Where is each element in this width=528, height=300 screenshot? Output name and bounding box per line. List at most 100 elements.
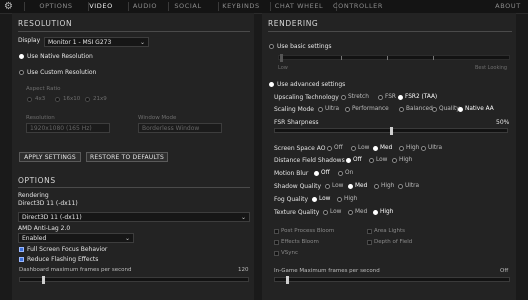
- use-basic-radio[interactable]: [269, 44, 274, 49]
- scaling-option-radio[interactable]: [345, 107, 350, 112]
- ssao-option-radio[interactable]: [421, 146, 426, 151]
- dashboard-fps-label: Dashboard maximum frames per second: [19, 267, 132, 273]
- upscaling-option-radio[interactable]: [341, 95, 346, 100]
- apply-settings-button[interactable]: APPLY SETTINGS: [19, 152, 81, 162]
- aspect-4x3-radio[interactable]: [27, 97, 32, 102]
- scaling-option-radio[interactable]: [432, 107, 437, 112]
- dfs-option-radio[interactable]: [392, 158, 397, 163]
- rendering-value: Direct3D 11 (-dx11): [18, 200, 78, 207]
- tab-social[interactable]: SOCIAL: [170, 0, 206, 13]
- vsync-label: VSync: [281, 250, 299, 256]
- motion-blur-option-radio[interactable]: [314, 171, 319, 176]
- dfs-option-radio[interactable]: [346, 158, 351, 163]
- fog-option-radio[interactable]: [337, 197, 342, 202]
- aspect-16x10-radio[interactable]: [55, 97, 60, 102]
- motion-blur-option-label: Off: [321, 170, 330, 176]
- depth-of-field-checkbox[interactable]: [367, 240, 372, 245]
- scaling-option-label: Ultra: [325, 106, 340, 112]
- fsr-sharpness-slider-thumb[interactable]: [389, 127, 393, 135]
- shadow-option-radio[interactable]: [398, 184, 403, 189]
- basic-quality-slider-thumb[interactable]: [280, 54, 283, 62]
- gear-icon[interactable]: ⚙: [3, 1, 14, 12]
- use-advanced-label: Use advanced settings: [277, 81, 346, 88]
- effects-bloom-checkbox[interactable]: [274, 240, 279, 245]
- tab-separator: [168, 2, 169, 11]
- basic-high-label: Best Looking: [475, 65, 508, 71]
- post-process-bloom-checkbox[interactable]: [274, 229, 279, 234]
- ssao-option-label: High: [406, 145, 420, 151]
- vsync-checkbox[interactable]: [274, 251, 279, 256]
- use-advanced-radio[interactable]: [269, 82, 274, 87]
- upscaling-option-radio[interactable]: [398, 95, 403, 100]
- restore-defaults-button[interactable]: RESTORE TO DEFAULTS: [86, 152, 168, 162]
- amd-label: AMD Anti-Lag 2.0: [18, 225, 71, 232]
- chevron-down-icon: ⌄: [124, 235, 130, 242]
- window-mode-select[interactable]: Borderless Window: [138, 123, 222, 133]
- basic-quality-slider[interactable]: [278, 55, 510, 60]
- ssao-option-label: Low: [358, 145, 370, 151]
- reduce-flashing-checkbox[interactable]: [19, 257, 24, 262]
- tab-keybinds[interactable]: KEYBINDS: [218, 0, 264, 13]
- upscaling-option-label: Stretch: [348, 94, 369, 100]
- dashboard-fps-slider-thumb[interactable]: [41, 276, 45, 284]
- dashboard-fps-slider[interactable]: [19, 277, 249, 282]
- use-native-radio[interactable]: [19, 54, 24, 59]
- use-custom-radio[interactable]: [19, 70, 24, 75]
- scaling-option-label: Performance: [352, 106, 389, 112]
- shadow-option-label: High: [381, 183, 395, 189]
- ingame-fps-slider-thumb[interactable]: [285, 276, 289, 284]
- ssao-option-radio[interactable]: [327, 146, 332, 151]
- texture-option-radio[interactable]: [348, 210, 353, 215]
- texture-option-radio[interactable]: [323, 210, 328, 215]
- ssao-option-label: Ultra: [428, 145, 443, 151]
- dfs-option-label: High: [399, 157, 413, 163]
- tab-chat-wheel[interactable]: CHAT WHEEL: [270, 0, 328, 13]
- resolution-label: Resolution: [26, 115, 55, 121]
- shadow-option-radio[interactable]: [325, 184, 330, 189]
- slider-tick: [433, 56, 434, 60]
- window-mode-label: Window Mode: [138, 115, 177, 121]
- dfs-option-radio[interactable]: [369, 158, 374, 163]
- rendering-select[interactable]: Direct3D 11 (-dx11) ⌄: [18, 212, 250, 222]
- tab-controller[interactable]: CONTROLLER: [328, 0, 388, 13]
- tab-video[interactable]: VIDEO: [86, 0, 116, 13]
- ssao-option-radio[interactable]: [373, 146, 378, 151]
- use-basic-label: Use basic settings: [277, 43, 332, 50]
- ssao-option-radio[interactable]: [399, 146, 404, 151]
- upscaling-option-radio[interactable]: [378, 95, 383, 100]
- scaling-option-radio[interactable]: [318, 107, 323, 112]
- aspect-21x9-label: 21x9: [93, 96, 107, 102]
- texture-option-label: Med: [355, 209, 368, 215]
- ssao-option-label: Med: [380, 145, 393, 151]
- options-title: OPTIONS: [18, 176, 56, 185]
- motion-blur-label: Motion Blur: [274, 170, 309, 177]
- full-screen-focus-checkbox[interactable]: [19, 247, 24, 252]
- fog-option-radio[interactable]: [312, 197, 317, 202]
- ssao-option-radio[interactable]: [351, 146, 356, 151]
- rendering-title: RENDERING: [268, 19, 319, 28]
- shadow-option-radio[interactable]: [374, 184, 379, 189]
- texture-option-radio[interactable]: [373, 210, 378, 215]
- display-value: Monitor 1 - MSI G273: [48, 39, 112, 46]
- tab-audio[interactable]: AUDIO: [130, 0, 160, 13]
- resolution-value: 1920x1080 (165 Hz): [30, 125, 92, 132]
- ingame-fps-slider[interactable]: [274, 277, 510, 282]
- amd-select[interactable]: Enabled ⌄: [18, 233, 134, 243]
- area-lights-label: Area Lights: [374, 228, 405, 234]
- basic-low-label: Low: [278, 65, 288, 71]
- scaling-option-radio[interactable]: [399, 107, 404, 112]
- scaling-option-label: Balanced: [406, 106, 433, 112]
- area-lights-checkbox[interactable]: [367, 229, 372, 234]
- full-screen-focus-label: Full Screen Focus Behavior: [27, 246, 108, 253]
- tab-about[interactable]: ABOUT: [488, 0, 528, 13]
- display-select[interactable]: Monitor 1 - MSI G273 ⌄: [44, 37, 149, 47]
- resolution-select[interactable]: 1920x1080 (165 Hz): [26, 123, 110, 133]
- resolution-title: RESOLUTION: [18, 19, 73, 28]
- scaling-option-radio[interactable]: [458, 107, 463, 112]
- motion-blur-option-radio[interactable]: [338, 171, 343, 176]
- distance-field-shadows-label: Distance Field Shadows: [274, 157, 345, 164]
- ssao-label: Screen Space AO: [274, 145, 326, 152]
- shadow-option-radio[interactable]: [348, 184, 353, 189]
- tab-options[interactable]: OPTIONS: [26, 0, 86, 13]
- aspect-21x9-radio[interactable]: [85, 97, 90, 102]
